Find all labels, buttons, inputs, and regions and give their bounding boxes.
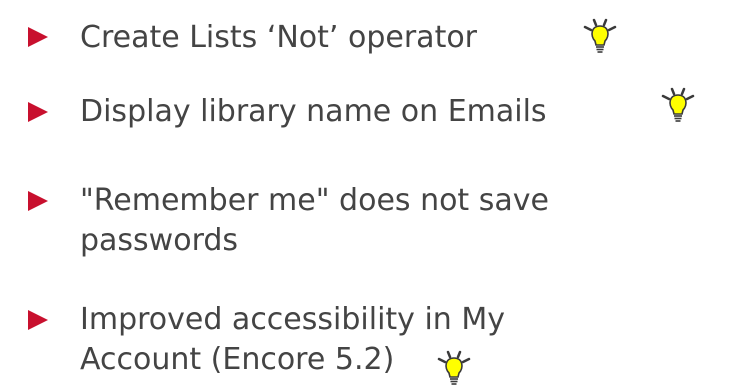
red-triangle-bullet-icon bbox=[28, 27, 48, 47]
bullet-list: Create Lists ‘Not’ operator Display libr… bbox=[0, 0, 741, 392]
list-item-3: "Remember me" does not save passwords bbox=[0, 160, 741, 260]
item-3-text-line2: passwords bbox=[80, 223, 239, 258]
lightbulb-idea-icon bbox=[661, 87, 695, 122]
red-triangle-bullet-icon bbox=[28, 310, 48, 330]
list-item-4: Improved accessibility in My Account (En… bbox=[0, 280, 741, 392]
red-triangle-bullet-icon bbox=[28, 102, 48, 122]
list-item-2: Display library name on Emails bbox=[0, 80, 741, 160]
item-4-text-line2: Account (Encore 5.2) bbox=[80, 342, 395, 377]
lightbulb-idea-icon bbox=[583, 18, 617, 53]
red-triangle-bullet-icon bbox=[28, 191, 48, 211]
item-1-text: Create Lists ‘Not’ operator bbox=[80, 20, 478, 55]
item-3-text-line1: "Remember me" does not save bbox=[80, 183, 549, 218]
item-4-text-line1: Improved accessibility in My bbox=[80, 302, 505, 337]
item-2-text: Display library name on Emails bbox=[80, 94, 547, 129]
lightbulb-idea-icon bbox=[437, 350, 471, 385]
list-item-1: Create Lists ‘Not’ operator bbox=[0, 0, 741, 80]
